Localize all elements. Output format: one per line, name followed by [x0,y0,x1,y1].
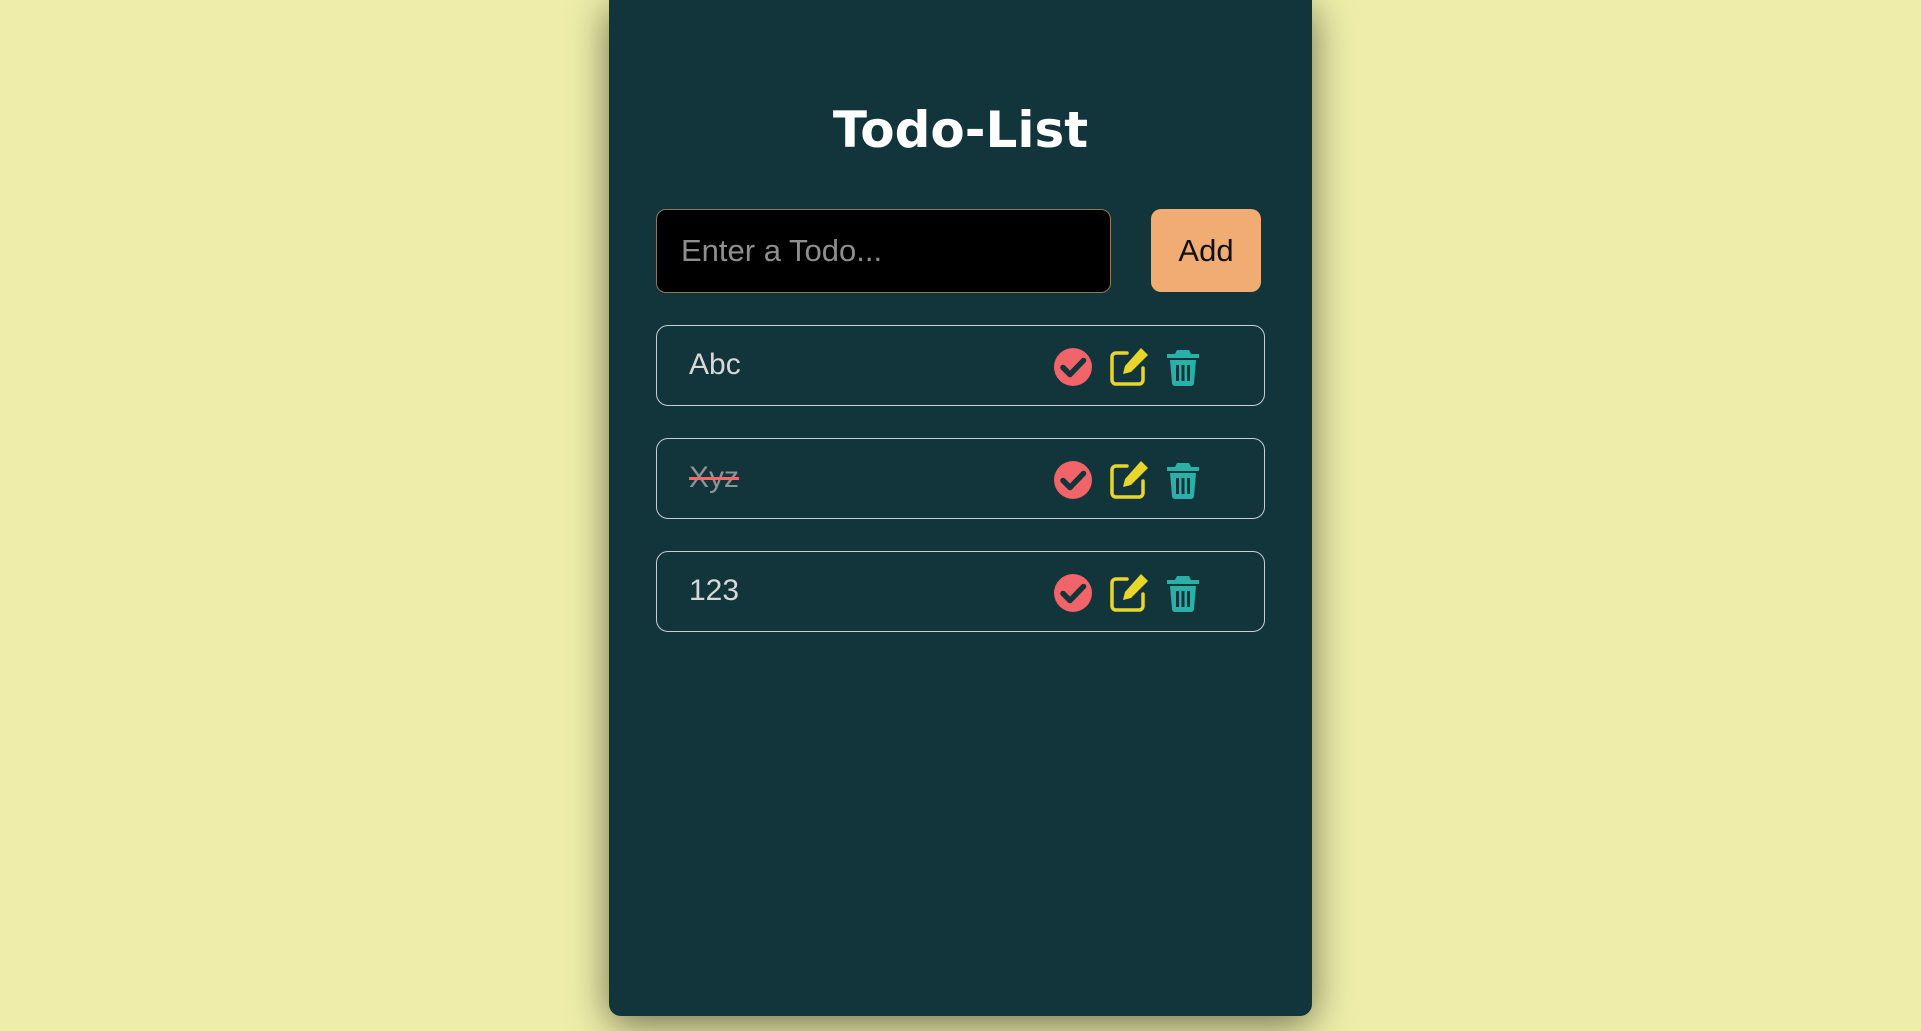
trash-icon[interactable] [1162,459,1204,501]
todo-text: 123 [689,574,740,607]
todo-input[interactable] [656,209,1111,293]
check-circle-icon[interactable] [1052,572,1094,614]
add-button[interactable]: Add [1151,209,1261,292]
check-circle-icon[interactable] [1052,346,1094,388]
todo-item: Abc [656,325,1265,406]
page-title: Todo-List [832,101,1089,159]
edit-icon[interactable] [1107,346,1149,388]
check-circle-icon[interactable] [1052,459,1094,501]
todo-item: Xyz [656,438,1265,519]
edit-icon[interactable] [1107,572,1149,614]
edit-icon[interactable] [1107,459,1149,501]
todo-list: Abc Xyz 123 [656,325,1265,664]
todo-text: Xyz [689,461,740,494]
trash-icon[interactable] [1162,572,1204,614]
trash-icon[interactable] [1162,346,1204,388]
todo-item: 123 [656,551,1265,632]
todo-text: Abc [689,348,741,381]
todo-card: Todo-List Add Abc Xyz [609,0,1312,1016]
